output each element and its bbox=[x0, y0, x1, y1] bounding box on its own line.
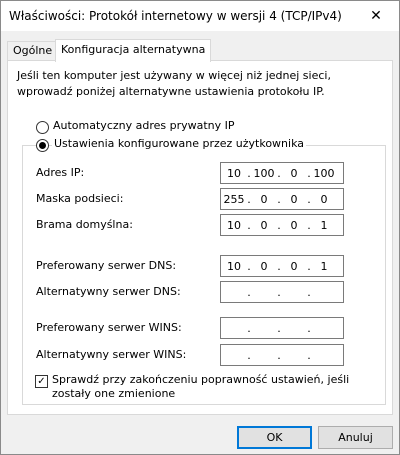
title-bar: Właściwości: Protokół internetowy w wers… bbox=[1, 1, 399, 31]
validate-checkbox[interactable]: ✓ bbox=[35, 375, 48, 388]
ok-button[interactable]: OK bbox=[237, 426, 312, 449]
preferred-dns-label: Preferowany serwer DNS: bbox=[36, 259, 177, 272]
tab-panel: Jeśli ten komputer jest używany w więcej… bbox=[7, 60, 393, 415]
validate-label[interactable]: Sprawdź przy zakończeniu poprawność usta… bbox=[52, 373, 372, 401]
close-icon[interactable]: ✕ bbox=[353, 1, 399, 31]
preferred-dns-input[interactable]: 10. 0. 0. 1 bbox=[220, 255, 344, 277]
alternate-dns-input[interactable]: . . . bbox=[220, 281, 344, 303]
auto-private-ip-label[interactable]: Automatyczny adres prywatny IP bbox=[53, 119, 235, 132]
subnet-mask-input[interactable]: 255. 0. 0. 0 bbox=[220, 188, 344, 210]
tab-alternate-configuration[interactable]: Konfiguracja alternatywna bbox=[55, 39, 212, 62]
properties-dialog: Właściwości: Protokół internetowy w wers… bbox=[0, 0, 400, 455]
preferred-wins-label: Preferowany serwer WINS: bbox=[36, 321, 182, 334]
window-title: Właściwości: Protokół internetowy w wers… bbox=[9, 9, 342, 23]
alternate-wins-input[interactable]: . . . bbox=[220, 344, 344, 366]
cancel-button[interactable]: Anuluj bbox=[318, 426, 393, 449]
ip-address-input[interactable]: 10. 100. 0. 100 bbox=[220, 162, 344, 184]
alternate-wins-label: Alternatywny serwer WINS: bbox=[36, 348, 187, 361]
default-gateway-input[interactable]: 10. 0. 0. 1 bbox=[220, 214, 344, 236]
subnet-mask-label: Maska podsieci: bbox=[36, 192, 124, 205]
checkmark-icon: ✓ bbox=[37, 376, 46, 387]
default-gateway-label: Brama domyślna: bbox=[36, 218, 133, 231]
description-text: Jeśli ten komputer jest używany w więcej… bbox=[17, 69, 331, 98]
preferred-wins-input[interactable]: . . . bbox=[220, 317, 344, 339]
alternate-dns-label: Alternatywny serwer DNS: bbox=[36, 285, 181, 298]
auto-private-ip-radio[interactable] bbox=[36, 121, 49, 134]
ip-address-label: Adres IP: bbox=[36, 166, 85, 179]
user-config-radio[interactable] bbox=[36, 139, 49, 152]
tab-general[interactable]: Ogólne bbox=[7, 41, 59, 60]
user-config-label[interactable]: Ustawienia konfigurowane przez użytkowni… bbox=[52, 137, 307, 150]
